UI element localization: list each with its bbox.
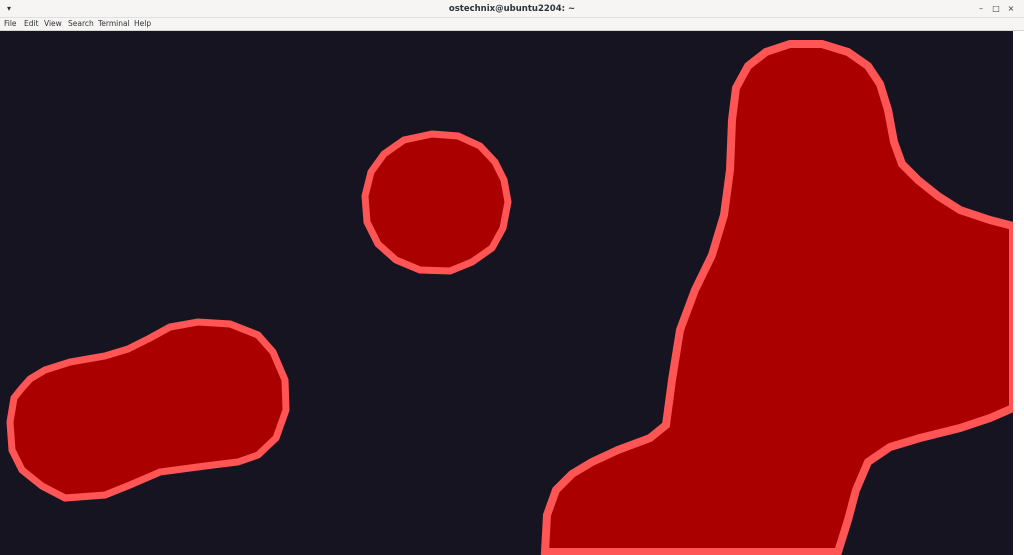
menu-view[interactable]: View [44, 18, 62, 30]
terminal-window: ▾ ostechnix@ubuntu2204: ~ – □ × File Edi… [0, 0, 1024, 555]
menu-help[interactable]: Help [134, 18, 151, 30]
minimize-icon[interactable]: – [974, 2, 988, 16]
window-title: ostechnix@ubuntu2204: ~ [448, 4, 576, 14]
blob-circle [361, 130, 512, 275]
blob-right [540, 40, 1017, 555]
blob-left [6, 318, 290, 502]
lava-lamp-art [6, 40, 1017, 555]
menu-file[interactable]: File [4, 18, 17, 30]
window-right-edge [1013, 31, 1024, 555]
terminal-area[interactable] [0, 31, 1024, 555]
close-icon[interactable]: × [1004, 2, 1018, 16]
maximize-icon[interactable]: □ [989, 2, 1003, 16]
menu-terminal[interactable]: Terminal [98, 18, 130, 30]
menu-search[interactable]: Search [68, 18, 94, 30]
menu-bar: File Edit View Search Terminal Help [0, 18, 1024, 31]
title-bar[interactable]: ▾ ostechnix@ubuntu2204: ~ – □ × [0, 0, 1024, 18]
menu-edit[interactable]: Edit [24, 18, 39, 30]
